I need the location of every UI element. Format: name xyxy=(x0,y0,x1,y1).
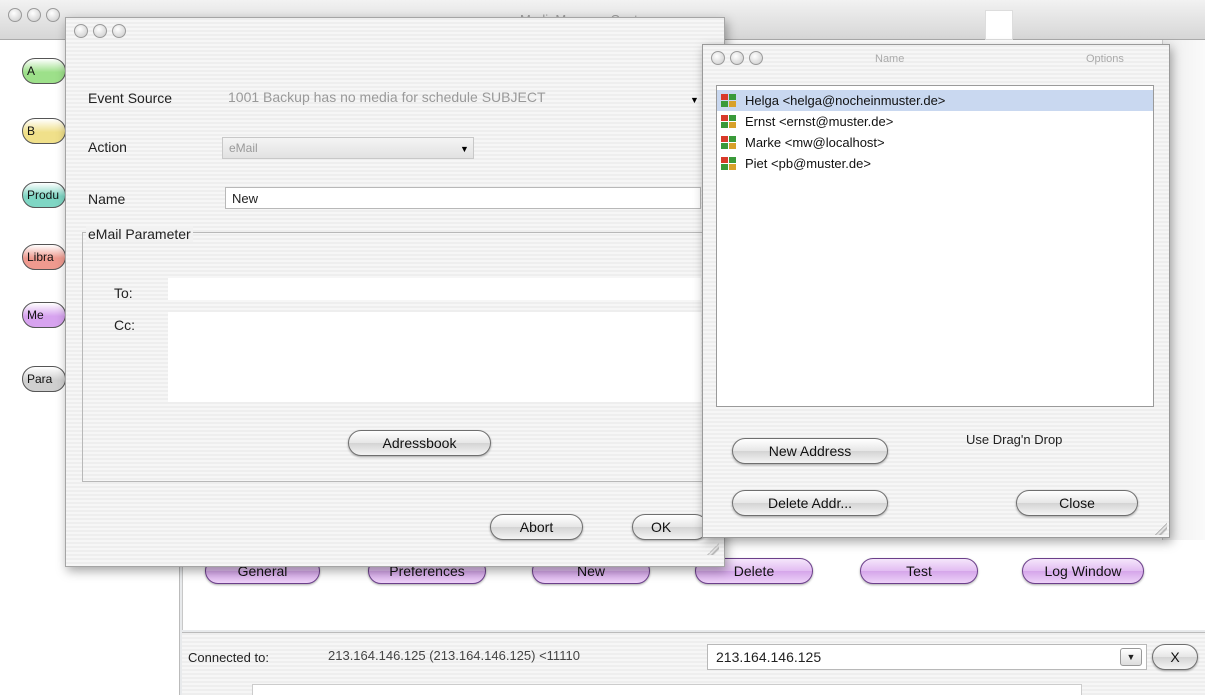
disconnect-button[interactable]: X xyxy=(1152,644,1198,670)
side-pill-2[interactable]: Produ xyxy=(22,182,66,208)
log-window-button[interactable]: Log Window xyxy=(1022,558,1144,584)
action-value: eMail xyxy=(229,141,258,155)
side-pill-3[interactable]: Libra xyxy=(22,244,66,270)
email-parameter-title: eMail Parameter xyxy=(86,226,193,242)
contact-rows: Helga <helga@nocheinmuster.de> Ernst <ern… xyxy=(717,90,1153,174)
status-field xyxy=(252,684,1082,695)
connected-to-label: Connected to: xyxy=(188,650,269,665)
contact-row[interactable]: Ernst <ernst@muster.de> xyxy=(717,111,1153,132)
close-button[interactable]: Close xyxy=(1016,490,1138,516)
column-name-header[interactable]: Name xyxy=(875,53,904,65)
name-input[interactable]: New xyxy=(225,187,701,209)
address-minimize-icon[interactable] xyxy=(730,51,744,65)
dialog-zoom-icon[interactable] xyxy=(112,24,126,38)
connection-value: 213.164.146.125 (213.164.146.125) <11110 xyxy=(328,648,580,663)
event-source-arrow-icon[interactable]: ▼ xyxy=(690,95,699,105)
server-combo[interactable]: 213.164.146.125 xyxy=(707,644,1147,670)
column-options-header[interactable]: Options xyxy=(1086,53,1124,65)
resize-grip-icon[interactable] xyxy=(1155,523,1167,535)
cc-label: Cc: xyxy=(114,317,135,333)
side-pill-1[interactable]: B xyxy=(22,118,66,144)
ok-button[interactable]: OK xyxy=(632,514,708,540)
address-close-icon[interactable] xyxy=(711,51,725,65)
contact-label: Marke <mw@localhost> xyxy=(745,135,885,150)
dialog-close-icon[interactable] xyxy=(74,24,88,38)
to-input[interactable] xyxy=(168,278,701,300)
action-label: Action xyxy=(88,139,127,155)
contact-card-icon xyxy=(721,135,737,150)
contact-label: Helga <helga@nocheinmuster.de> xyxy=(745,93,946,108)
main-zoom-icon[interactable] xyxy=(46,8,60,22)
drag-drop-hint: Use Drag'n Drop xyxy=(966,432,1063,447)
name-label: Name xyxy=(88,191,126,207)
main-window-controls[interactable] xyxy=(8,8,60,22)
address-zoom-icon[interactable] xyxy=(749,51,763,65)
contact-label: Piet <pb@muster.de> xyxy=(745,156,871,171)
dialog-resize-grip-icon[interactable] xyxy=(707,543,719,555)
contact-list[interactable]: Helga <helga@nocheinmuster.de> Ernst <ern… xyxy=(716,85,1154,407)
adressbook-button[interactable]: Adressbook xyxy=(348,430,491,456)
contact-card-icon xyxy=(721,93,737,108)
contact-card-icon xyxy=(721,156,737,171)
main-minimize-icon[interactable] xyxy=(27,8,41,22)
contact-row[interactable]: Marke <mw@localhost> xyxy=(717,132,1153,153)
main-close-icon[interactable] xyxy=(8,8,22,22)
action-select[interactable]: eMail xyxy=(222,137,474,159)
address-window-controls[interactable] xyxy=(711,51,763,65)
action-arrow-icon[interactable]: ▼ xyxy=(460,144,469,154)
contact-card-icon xyxy=(721,114,737,129)
server-combo-value: 213.164.146.125 xyxy=(716,649,822,665)
event-source-label: Event Source xyxy=(88,90,173,106)
dialog-minimize-icon[interactable] xyxy=(93,24,107,38)
dialog-window-controls[interactable] xyxy=(74,24,126,38)
cc-input[interactable] xyxy=(168,312,701,402)
event-source-value: 1001 Backup has no media for schedule SU… xyxy=(228,89,546,105)
contact-row[interactable]: Piet <pb@muster.de> xyxy=(717,153,1153,174)
new-address-button[interactable]: New Address xyxy=(732,438,888,464)
test-button[interactable]: Test xyxy=(860,558,978,584)
to-label: To: xyxy=(114,285,133,301)
delete-address-button[interactable]: Delete Addr... xyxy=(732,490,888,516)
name-value: New xyxy=(232,191,259,206)
document-icon xyxy=(985,10,1013,40)
side-pill-4[interactable]: Me xyxy=(22,302,66,328)
contact-label: Ernst <ernst@muster.de> xyxy=(745,114,894,129)
side-pill-5[interactable]: Para xyxy=(22,366,66,392)
event-source-select[interactable]: 1001 Backup has no media for schedule SU… xyxy=(222,86,700,108)
side-pill-0[interactable]: A xyxy=(22,58,66,84)
server-combo-arrow-icon[interactable]: ▼ xyxy=(1120,648,1142,666)
abort-button[interactable]: Abort xyxy=(490,514,583,540)
contact-row[interactable]: Helga <helga@nocheinmuster.de> xyxy=(717,90,1153,111)
